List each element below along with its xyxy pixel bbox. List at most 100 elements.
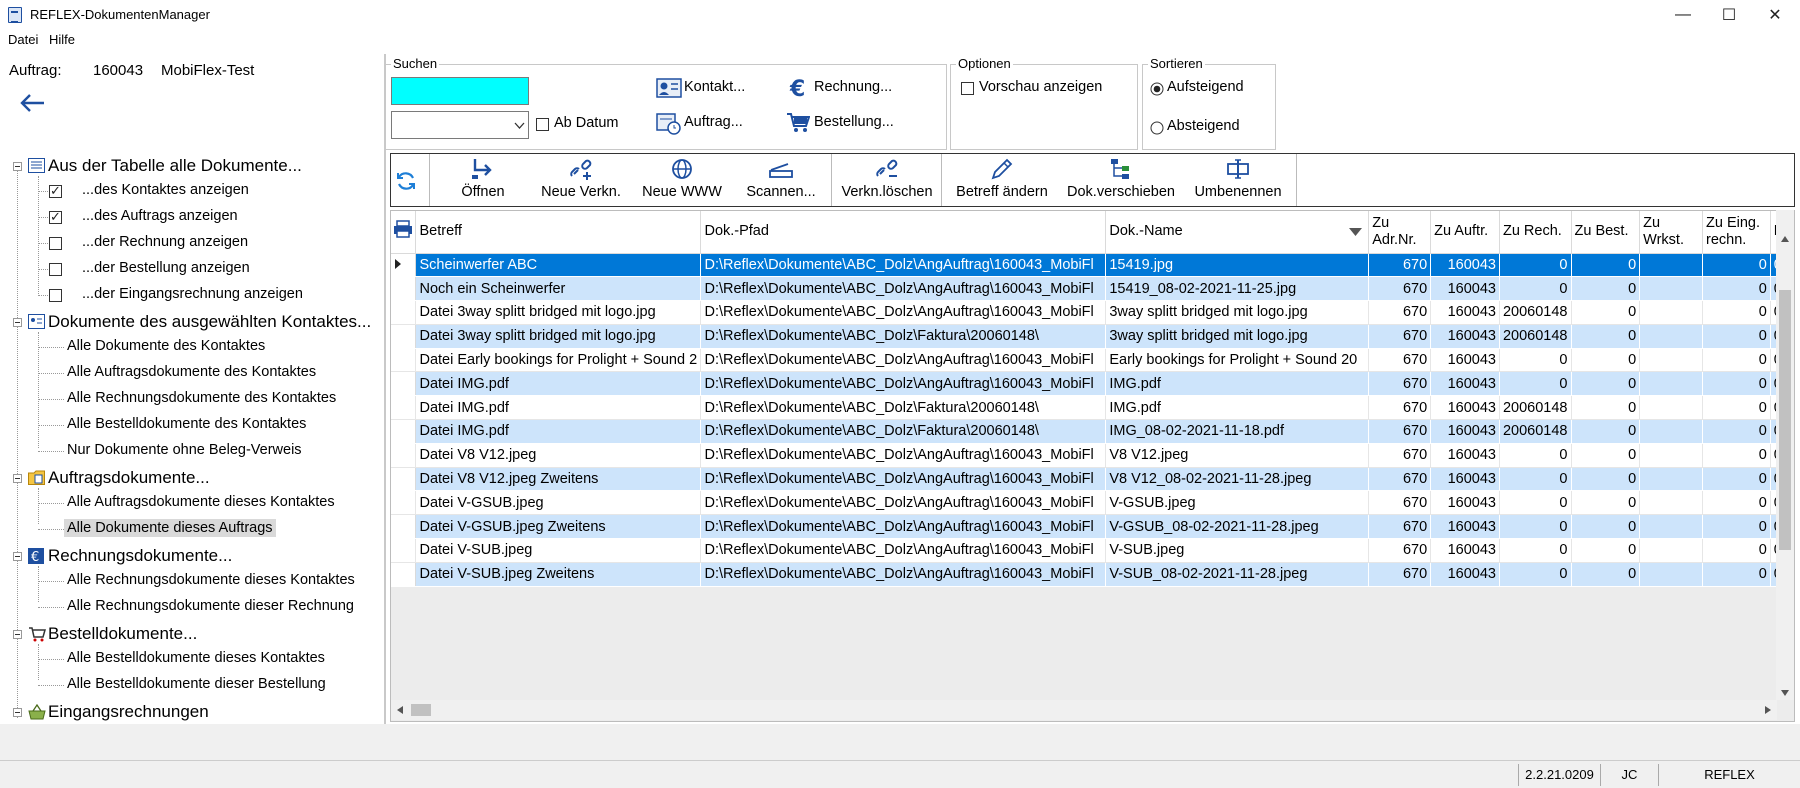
- table-row[interactable]: Datei Early bookings for Prolight + Soun…: [391, 348, 1794, 373]
- cell-dok-name[interactable]: 3way splitt bridged mit logo.jpg: [1105, 300, 1370, 325]
- neue-verkn-button[interactable]: Neue Verkn.: [531, 154, 631, 206]
- cell-zu-adr[interactable]: 670: [1368, 253, 1432, 278]
- cell-zu-best[interactable]: 0: [1571, 443, 1641, 468]
- cell-zu-wrkst[interactable]: [1639, 467, 1703, 492]
- cell-dok-pfad[interactable]: D:\Reflex\Dokumente\ABC_Dolz\AngAuftrag\…: [700, 562, 1107, 587]
- cell-zu-rech[interactable]: 0: [1499, 443, 1572, 468]
- menu-hilfe[interactable]: Hilfe: [49, 32, 75, 47]
- cell-zu-auftr[interactable]: 160043: [1430, 348, 1500, 373]
- cell-zu-rech[interactable]: 20060148: [1499, 419, 1572, 444]
- cell-betreff[interactable]: Datei 3way splitt bridged mit logo.jpg: [415, 300, 702, 325]
- col-betreff[interactable]: Betreff: [415, 211, 702, 254]
- table-row[interactable]: Datei IMG.pdf D:\Reflex\Dokumente\ABC_Dol…: [391, 395, 1794, 421]
- cell-zu-adr[interactable]: 670: [1368, 443, 1432, 468]
- cell-zu-auftr[interactable]: 160043: [1430, 419, 1500, 444]
- bestellung-button[interactable]: Bestellung...: [814, 114, 894, 130]
- auftrag-button[interactable]: Auftrag...: [684, 114, 743, 130]
- table-row[interactable]: Datei IMG.pdf D:\Reflex\Dokumente\ABC_Dol…: [391, 419, 1794, 444]
- cell-zu-eing-rechn[interactable]: 0: [1702, 562, 1771, 587]
- cell-zu-eing-rechn[interactable]: 0: [1702, 300, 1771, 325]
- tree-item-bestelldok-kontakt[interactable]: Alle Bestelldokumente dieses Kontaktes: [67, 650, 325, 666]
- cell-zu-rech[interactable]: 0: [1499, 538, 1572, 563]
- cell-zu-best[interactable]: 0: [1571, 562, 1641, 587]
- row-header[interactable]: [391, 467, 417, 492]
- cell-zu-wrkst[interactable]: [1639, 443, 1703, 468]
- cell-zu-eing-rechn[interactable]: 0: [1702, 467, 1771, 492]
- cell-zu-adr[interactable]: 670: [1368, 419, 1432, 444]
- col-zu-auftr[interactable]: Zu Auftr.: [1430, 211, 1500, 254]
- cell-zu-auftr[interactable]: 160043: [1430, 538, 1500, 563]
- cell-zu-best[interactable]: 0: [1571, 395, 1641, 421]
- tree-item-eingangsrechnung[interactable]: ...der Eingangsrechnung anzeigen: [82, 286, 303, 302]
- cell-betreff[interactable]: Datei V-GSUB.jpeg: [415, 490, 702, 516]
- cell-zu-rech[interactable]: 20060148: [1499, 324, 1572, 349]
- cell-zu-rech[interactable]: 0: [1499, 253, 1572, 278]
- tree-item-bestellung[interactable]: ...der Bestellung anzeigen: [82, 260, 250, 276]
- dok-verschieben-button[interactable]: Dok.verschieben: [1059, 154, 1183, 206]
- cell-dok-pfad[interactable]: D:\Reflex\Dokumente\ABC_Dolz\Faktura\200…: [700, 419, 1107, 444]
- tree-group-kontakt[interactable]: Dokumente des ausgewählten Kontaktes...: [48, 312, 371, 332]
- cell-zu-eing-rechn[interactable]: 0: [1702, 324, 1771, 349]
- row-header[interactable]: [391, 443, 417, 468]
- maximize-button[interactable]: ☐: [1706, 0, 1752, 30]
- cell-zu-rech[interactable]: 0: [1499, 467, 1572, 492]
- table-row[interactable]: Datei V-SUB.jpeg D:\Reflex\Dokumente\ABC_…: [391, 538, 1794, 563]
- checkbox-eingangsrechnung[interactable]: [49, 289, 62, 302]
- menu-datei[interactable]: Datei: [8, 32, 38, 47]
- cell-zu-wrkst[interactable]: [1639, 253, 1703, 278]
- cell-zu-best[interactable]: 0: [1571, 419, 1641, 444]
- collapse-toggle[interactable]: [13, 630, 22, 639]
- cell-zu-eing-rechn[interactable]: 0: [1702, 419, 1771, 444]
- scannen-button[interactable]: Scannen...: [733, 154, 829, 206]
- cell-dok-name[interactable]: IMG.pdf: [1105, 371, 1370, 397]
- cell-zu-auftr[interactable]: 160043: [1430, 300, 1500, 325]
- cell-zu-best[interactable]: 0: [1571, 538, 1641, 563]
- col-zu-adr[interactable]: Zu Adr.Nr.: [1368, 211, 1432, 254]
- cell-zu-wrkst[interactable]: [1639, 395, 1703, 421]
- cell-zu-eing-rechn[interactable]: 0: [1702, 538, 1771, 563]
- row-header[interactable]: [391, 490, 417, 516]
- col-zu-rech[interactable]: Zu Rech.: [1499, 211, 1572, 254]
- tree-item-rechnungsdok-kontakt[interactable]: Alle Rechnungsdokumente des Kontaktes: [67, 390, 336, 406]
- cell-zu-rech[interactable]: 0: [1499, 490, 1572, 516]
- row-header[interactable]: [391, 562, 417, 587]
- cell-zu-adr[interactable]: 670: [1368, 395, 1432, 421]
- cell-betreff[interactable]: Datei Early bookings for Prolight + Soun…: [415, 348, 702, 373]
- cell-zu-best[interactable]: 0: [1571, 300, 1641, 325]
- table-row[interactable]: Datei IMG.pdf D:\Reflex\Dokumente\ABC_Dol…: [391, 371, 1794, 397]
- cell-zu-auftr[interactable]: 160043: [1430, 490, 1500, 516]
- cell-zu-adr[interactable]: 670: [1368, 538, 1432, 563]
- neue-www-button[interactable]: Neue WWW: [631, 154, 733, 206]
- cell-zu-wrkst[interactable]: [1639, 514, 1703, 540]
- scroll-right-icon[interactable]: [1765, 706, 1771, 714]
- tree-group-bestelldok[interactable]: Bestelldokumente...: [48, 624, 197, 644]
- umbenennen-button[interactable]: Umbenennen: [1183, 154, 1293, 206]
- close-button[interactable]: ✕: [1752, 0, 1798, 30]
- refresh-icon[interactable]: [395, 170, 417, 192]
- cell-dok-name[interactable]: Early bookings for Prolight + Sound 20: [1105, 348, 1370, 373]
- tree-item-kontakt[interactable]: ...des Kontaktes anzeigen: [82, 182, 249, 198]
- cell-betreff[interactable]: Datei IMG.pdf: [415, 395, 702, 421]
- tree-item-alle-dok-auftrag[interactable]: Alle Dokumente dieses Auftrags: [64, 519, 276, 537]
- radio-aufsteigend[interactable]: [1150, 82, 1164, 96]
- cell-zu-best[interactable]: 0: [1571, 371, 1641, 397]
- collapse-toggle[interactable]: [13, 552, 22, 561]
- col-dok-pfad[interactable]: Dok.-Pfad: [700, 211, 1107, 254]
- cell-zu-adr[interactable]: 670: [1368, 514, 1432, 540]
- cell-zu-eing-rechn[interactable]: 0: [1702, 443, 1771, 468]
- cell-betreff[interactable]: Datei V-GSUB.jpeg Zweitens: [415, 514, 702, 540]
- cell-zu-rech[interactable]: 0: [1499, 562, 1572, 587]
- cell-zu-rech[interactable]: 0: [1499, 514, 1572, 540]
- vertical-scroll-thumb[interactable]: [1779, 290, 1791, 550]
- radio-absteigend[interactable]: [1150, 121, 1164, 135]
- cell-zu-wrkst[interactable]: [1639, 276, 1703, 302]
- cell-dok-name[interactable]: 3way splitt bridged mit logo.jpg: [1105, 324, 1370, 349]
- tree-group-rechnungsdok[interactable]: Rechnungsdokumente...: [48, 546, 232, 566]
- cell-dok-pfad[interactable]: D:\Reflex\Dokumente\ABC_Dolz\AngAuftrag\…: [700, 467, 1107, 492]
- cell-zu-auftr[interactable]: 160043: [1430, 467, 1500, 492]
- tree-item-auftragsdok-kontakt[interactable]: Alle Auftragsdokumente des Kontaktes: [67, 364, 316, 380]
- table-row[interactable]: Noch ein Scheinwerfer D:\Reflex\Dokumente…: [391, 276, 1794, 302]
- cell-zu-best[interactable]: 0: [1571, 348, 1641, 373]
- cell-zu-rech[interactable]: 20060148: [1499, 395, 1572, 421]
- ab-datum-checkbox[interactable]: [536, 118, 549, 131]
